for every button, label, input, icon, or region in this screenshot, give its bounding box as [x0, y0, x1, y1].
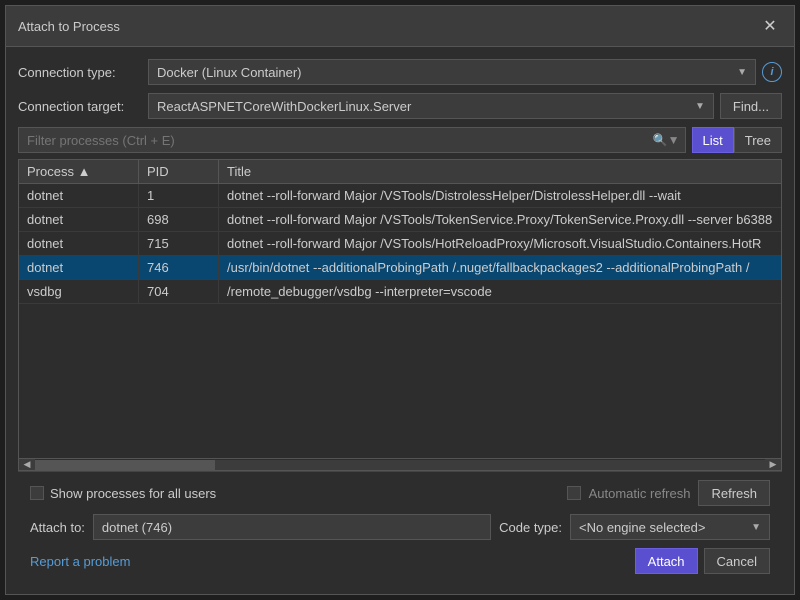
bottom-row3: Report a problem Attach Cancel — [30, 548, 770, 574]
auto-refresh-label: Automatic refresh — [589, 486, 691, 501]
table-row[interactable]: dotnet 698 dotnet --roll-forward Major /… — [19, 208, 781, 232]
cell-process-4: vsdbg — [19, 280, 139, 303]
cell-title-2: dotnet --roll-forward Major /VSTools/Hot… — [219, 232, 781, 255]
cell-process-1: dotnet — [19, 208, 139, 231]
connection-target-row: Connection target: ReactASPNETCoreWithDo… — [18, 93, 782, 119]
tree-view-button[interactable]: Tree — [734, 127, 782, 153]
bottom-bar: Show processes for all users Automatic r… — [18, 471, 782, 582]
connection-target-wrap: ReactASPNETCoreWithDockerLinux.Server ▼ … — [148, 93, 782, 119]
table-row[interactable]: vsdbg 704 /remote_debugger/vsdbg --inter… — [19, 280, 781, 304]
close-button[interactable]: ✕ — [758, 14, 782, 38]
cell-pid-2: 715 — [139, 232, 219, 255]
cell-pid-0: 1 — [139, 184, 219, 207]
connection-target-value: ReactASPNETCoreWithDockerLinux.Server — [157, 99, 411, 114]
connection-target-arrow-icon: ▼ — [695, 101, 705, 112]
code-type-label: Code type: — [499, 520, 562, 535]
find-button[interactable]: Find... — [720, 93, 782, 119]
column-header-pid[interactable]: PID — [139, 160, 219, 183]
filter-input-wrap: 🔍▼ — [18, 127, 686, 153]
table-header: Process ▲ PID Title — [19, 160, 781, 184]
bottom-row2: Attach to: Code type: <No engine selecte… — [30, 514, 770, 540]
dialog-title: Attach to Process — [18, 19, 120, 34]
content-area: Connection type: Docker (Linux Container… — [6, 47, 794, 594]
scrollbar-thumb[interactable] — [35, 460, 215, 470]
cell-title-3: /usr/bin/dotnet --additionalProbingPath … — [219, 256, 781, 279]
filter-row: 🔍▼ List Tree — [18, 127, 782, 153]
refresh-button[interactable]: Refresh — [698, 480, 770, 506]
search-icon[interactable]: 🔍▼ — [649, 133, 684, 147]
title-bar: Attach to Process ✕ — [6, 6, 794, 47]
cell-title-1: dotnet --roll-forward Major /VSTools/Tok… — [219, 208, 781, 231]
column-header-process[interactable]: Process ▲ — [19, 160, 139, 183]
cell-process-2: dotnet — [19, 232, 139, 255]
cell-process-0: dotnet — [19, 184, 139, 207]
connection-type-wrap: Docker (Linux Container) ▼ i — [148, 59, 782, 85]
code-type-value: <No engine selected> — [579, 520, 705, 535]
connection-target-dropdown[interactable]: ReactASPNETCoreWithDockerLinux.Server ▼ — [148, 93, 714, 119]
attach-to-label: Attach to: — [30, 520, 85, 535]
bottom-row1: Show processes for all users Automatic r… — [30, 480, 770, 506]
process-table: Process ▲ PID Title dotnet 1 dotnet --ro… — [18, 159, 782, 471]
connection-type-dropdown[interactable]: Docker (Linux Container) ▼ — [148, 59, 756, 85]
auto-refresh-checkbox[interactable] — [567, 486, 581, 500]
filter-input[interactable] — [18, 127, 686, 153]
connection-type-value: Docker (Linux Container) — [157, 65, 302, 80]
cell-pid-1: 698 — [139, 208, 219, 231]
cell-pid-3: 746 — [139, 256, 219, 279]
action-buttons: Attach Cancel — [635, 548, 770, 574]
auto-refresh-wrap: Automatic refresh Refresh — [567, 480, 770, 506]
scroll-right-button[interactable]: ▶ — [765, 459, 781, 471]
table-row[interactable]: dotnet 746 /usr/bin/dotnet --additionalP… — [19, 256, 781, 280]
report-problem-link[interactable]: Report a problem — [30, 554, 130, 569]
column-header-title[interactable]: Title — [219, 160, 781, 183]
table-body: dotnet 1 dotnet --roll-forward Major /VS… — [19, 184, 781, 458]
cell-process-3: dotnet — [19, 256, 139, 279]
show-all-users-check-box[interactable] — [30, 486, 44, 500]
dialog: Attach to Process ✕ Connection type: Doc… — [5, 5, 795, 595]
cell-pid-4: 704 — [139, 280, 219, 303]
show-all-users-checkbox[interactable]: Show processes for all users — [30, 486, 216, 501]
table-row[interactable]: dotnet 715 dotnet --roll-forward Major /… — [19, 232, 781, 256]
horizontal-scrollbar: ◀ ▶ — [19, 458, 781, 470]
cell-title-0: dotnet --roll-forward Major /VSTools/Dis… — [219, 184, 781, 207]
table-row[interactable]: dotnet 1 dotnet --roll-forward Major /VS… — [19, 184, 781, 208]
connection-type-arrow-icon: ▼ — [737, 67, 747, 78]
connection-target-label: Connection target: — [18, 99, 148, 114]
list-view-button[interactable]: List — [692, 127, 734, 153]
connection-type-row: Connection type: Docker (Linux Container… — [18, 59, 782, 85]
code-type-arrow-icon: ▼ — [751, 522, 761, 533]
connection-type-label: Connection type: — [18, 65, 148, 80]
view-toggle: List Tree — [692, 127, 782, 153]
info-icon[interactable]: i — [762, 62, 782, 82]
scrollbar-track[interactable] — [35, 460, 765, 470]
scroll-left-button[interactable]: ◀ — [19, 459, 35, 471]
code-type-dropdown[interactable]: <No engine selected> ▼ — [570, 514, 770, 540]
cancel-button[interactable]: Cancel — [704, 548, 770, 574]
attach-button[interactable]: Attach — [635, 548, 698, 574]
show-all-users-label: Show processes for all users — [50, 486, 216, 501]
attach-to-input[interactable] — [93, 514, 491, 540]
cell-title-4: /remote_debugger/vsdbg --interpreter=vsc… — [219, 280, 781, 303]
